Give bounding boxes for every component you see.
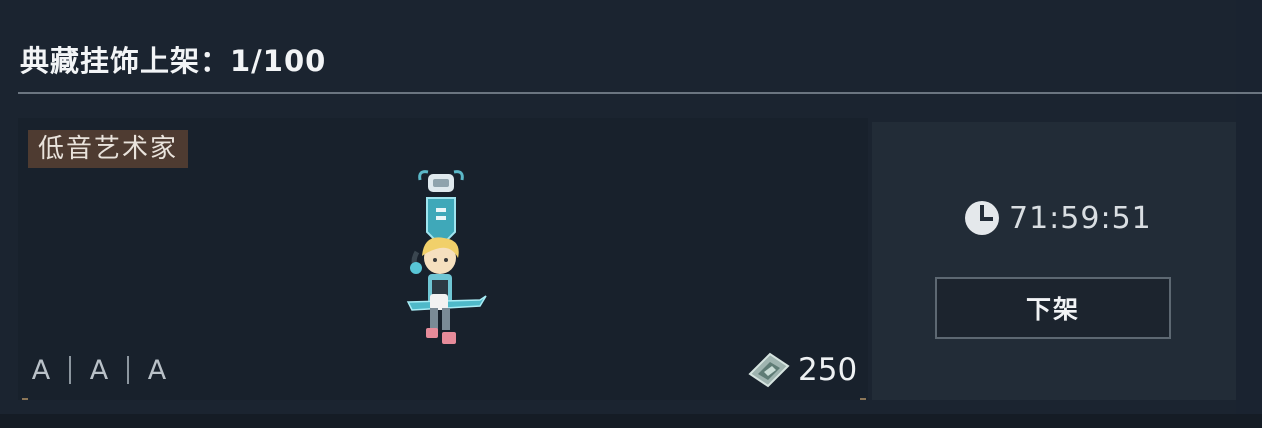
listing-panel xyxy=(872,122,1236,400)
header-divider xyxy=(18,92,1262,94)
right-edge xyxy=(1236,0,1262,428)
bassist-charm-icon xyxy=(406,170,487,344)
page-title: 典藏挂饰上架：1/100 xyxy=(20,44,327,78)
unlist-button[interactable]: 下架 xyxy=(935,277,1171,339)
corner-mark xyxy=(22,398,28,400)
tier-divider xyxy=(127,356,129,384)
listing-timer: 71:59:51 xyxy=(963,197,1152,239)
item-name-tag: 低音艺术家 xyxy=(28,130,189,168)
bottom-edge xyxy=(0,414,1262,428)
rarity-tiers: A A A xyxy=(30,352,168,388)
tier-label: A xyxy=(147,354,167,386)
gem-ticket-icon xyxy=(748,352,790,388)
clock-icon xyxy=(965,201,999,235)
price-display: 250 xyxy=(746,348,857,392)
corner-mark xyxy=(860,398,866,400)
timer-text: 71:59:51 xyxy=(1009,200,1152,236)
price-value: 250 xyxy=(798,352,858,388)
tier-divider xyxy=(69,356,71,384)
tier-label: A xyxy=(31,354,51,386)
tier-label: A xyxy=(89,354,109,386)
